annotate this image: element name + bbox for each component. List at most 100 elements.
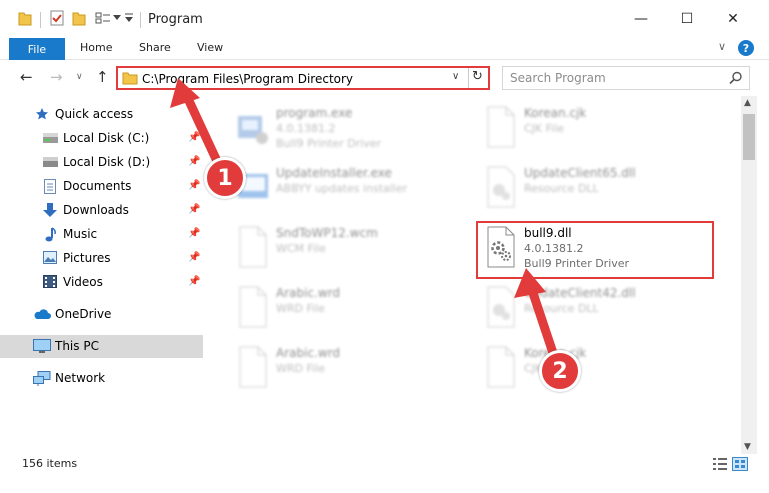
downloads-icon	[43, 203, 57, 217]
sidebar-item-downloads[interactable]: Downloads 📌	[0, 199, 203, 222]
file-name: UpdateInstaller.exe	[276, 166, 392, 180]
file-name: Korean.cjk	[524, 106, 587, 120]
videos-icon	[43, 275, 57, 288]
address-bar[interactable]: C:\Program Files\Program Directory ∨ ↻	[116, 66, 490, 90]
file-item[interactable]: UpdateInstaller.exe ABBYY updates instal…	[230, 160, 470, 216]
file-name: SndToWP12.wcm	[276, 226, 378, 240]
file-type: Resource DLL	[524, 302, 599, 315]
documents-icon	[44, 179, 56, 194]
tab-view[interactable]: View	[197, 41, 223, 54]
address-path: C:\Program Files\Program Directory	[142, 72, 354, 86]
sidebar-item-pictures[interactable]: Pictures 📌	[0, 247, 203, 270]
sidebar-item-label: Local Disk (D:)	[63, 155, 151, 169]
file-name: program.exe	[276, 106, 353, 120]
sidebar-item-label: Documents	[63, 179, 132, 193]
address-separator	[468, 68, 469, 88]
file-description: Bull9 Printer Driver	[276, 137, 382, 150]
back-button[interactable]: ←	[20, 68, 33, 86]
dll-icon	[487, 286, 515, 328]
sidebar-item-label: Local Disk (C:)	[63, 131, 150, 145]
file-type: WCM File	[276, 242, 326, 255]
tab-share[interactable]: Share	[139, 41, 171, 54]
pin-icon: 📌	[188, 204, 201, 215]
title-bar: Program — ☐ ✕	[0, 0, 769, 38]
drive-icon	[43, 157, 58, 167]
cloud-icon	[34, 309, 51, 319]
sidebar-item-local-disk-d[interactable]: Local Disk (D:) 📌	[0, 151, 203, 174]
file-item[interactable]: UpdateClient65.dll Resource DLL	[478, 160, 718, 216]
vertical-scrollbar[interactable]: ▲ ▼	[741, 96, 757, 454]
dropdown-arrow-icon[interactable]	[113, 15, 121, 21]
search-input[interactable]	[503, 67, 725, 89]
file-type: WRD File	[276, 302, 325, 315]
view-options-icon[interactable]	[95, 10, 111, 26]
file-item[interactable]: Arabic.wrd WRD File	[230, 280, 470, 336]
sidebar-item-label: OneDrive	[55, 307, 112, 321]
tab-file[interactable]: File	[9, 38, 65, 60]
file-icon	[487, 106, 515, 148]
tiles-view-icon[interactable]	[732, 457, 748, 471]
pin-icon: 📌	[188, 252, 201, 263]
sidebar-item-videos[interactable]: Videos 📌	[0, 271, 203, 294]
minimize-button[interactable]: —	[618, 0, 664, 38]
sidebar-item-onedrive[interactable]: OneDrive	[0, 303, 203, 326]
file-item[interactable]: Korean.cjk CJK File	[478, 340, 718, 396]
sidebar-item-label: Videos	[63, 275, 103, 289]
status-bar: 156 items	[0, 454, 769, 493]
computer-icon	[33, 339, 51, 353]
sidebar-item-label: Pictures	[63, 251, 111, 265]
network-icon	[33, 371, 51, 386]
file-version: 4.0.1381.2	[276, 122, 336, 135]
sidebar-item-documents[interactable]: Documents 📌	[0, 175, 203, 198]
tab-home[interactable]: Home	[80, 41, 112, 54]
file-item[interactable]: SndToWP12.wcm WCM File	[230, 220, 470, 276]
file-item[interactable]: Korean.cjk CJK File	[478, 100, 718, 156]
collapse-ribbon-icon[interactable]: ∨	[718, 40, 726, 53]
pin-icon: 📌	[188, 156, 201, 167]
pictures-icon	[43, 251, 57, 264]
step-badge-2: 2	[539, 350, 581, 392]
pin-icon: 📌	[188, 228, 201, 239]
new-folder-icon[interactable]	[72, 10, 86, 26]
scroll-thumb[interactable]	[743, 114, 755, 160]
sidebar-item-music[interactable]: Music 📌	[0, 223, 203, 246]
sidebar-item-quick-access[interactable]: Quick access	[0, 103, 203, 126]
sidebar-item-label: Music	[63, 227, 98, 241]
forward-button[interactable]: →	[50, 68, 63, 86]
pin-icon: 📌	[188, 276, 201, 287]
dll-icon	[487, 166, 515, 208]
search-icon[interactable]	[729, 71, 743, 85]
file-item[interactable]: Arabic.wrd WRD File	[230, 340, 470, 396]
customize-toolbar-icon[interactable]	[124, 12, 134, 24]
sidebar-item-label: Downloads	[63, 203, 129, 217]
file-icon	[239, 226, 267, 268]
file-name: Arabic.wrd	[276, 286, 341, 300]
close-button[interactable]: ✕	[710, 0, 756, 38]
maximize-button[interactable]: ☐	[664, 0, 710, 38]
help-icon[interactable]: ?	[738, 40, 754, 56]
scroll-up-icon[interactable]: ▲	[744, 98, 751, 108]
item-count: 156 items	[22, 457, 78, 470]
scroll-down-icon[interactable]: ▼	[744, 442, 751, 452]
properties-icon[interactable]	[50, 10, 64, 26]
pin-icon: 📌	[188, 132, 201, 143]
file-name: UpdateClient42.dll	[524, 286, 636, 300]
address-dropdown-icon[interactable]: ∨	[452, 71, 459, 82]
recent-locations-button[interactable]: ∨	[76, 72, 83, 82]
folder-icon[interactable]	[18, 10, 32, 26]
file-name: Arabic.wrd	[276, 346, 341, 360]
up-button[interactable]: ↑	[96, 68, 109, 86]
highlight-box-bull9-dll	[476, 221, 714, 279]
music-icon	[45, 227, 56, 242]
file-item[interactable]: program.exe 4.0.1381.2 Bull9 Printer Dri…	[230, 100, 470, 156]
file-name: UpdateClient65.dll	[524, 166, 636, 180]
star-icon	[36, 108, 48, 120]
ribbon: File Home Share View ∨ ?	[0, 38, 769, 60]
details-view-icon[interactable]	[712, 457, 728, 471]
sidebar-item-this-pc[interactable]: This PC	[0, 335, 203, 358]
file-item[interactable]: UpdateClient42.dll Resource DLL	[478, 280, 718, 336]
sidebar-item-local-disk-c[interactable]: Local Disk (C:) 📌	[0, 127, 203, 150]
refresh-icon[interactable]: ↻	[472, 69, 483, 84]
search-box[interactable]	[502, 66, 750, 90]
sidebar-item-network[interactable]: Network	[0, 367, 203, 390]
